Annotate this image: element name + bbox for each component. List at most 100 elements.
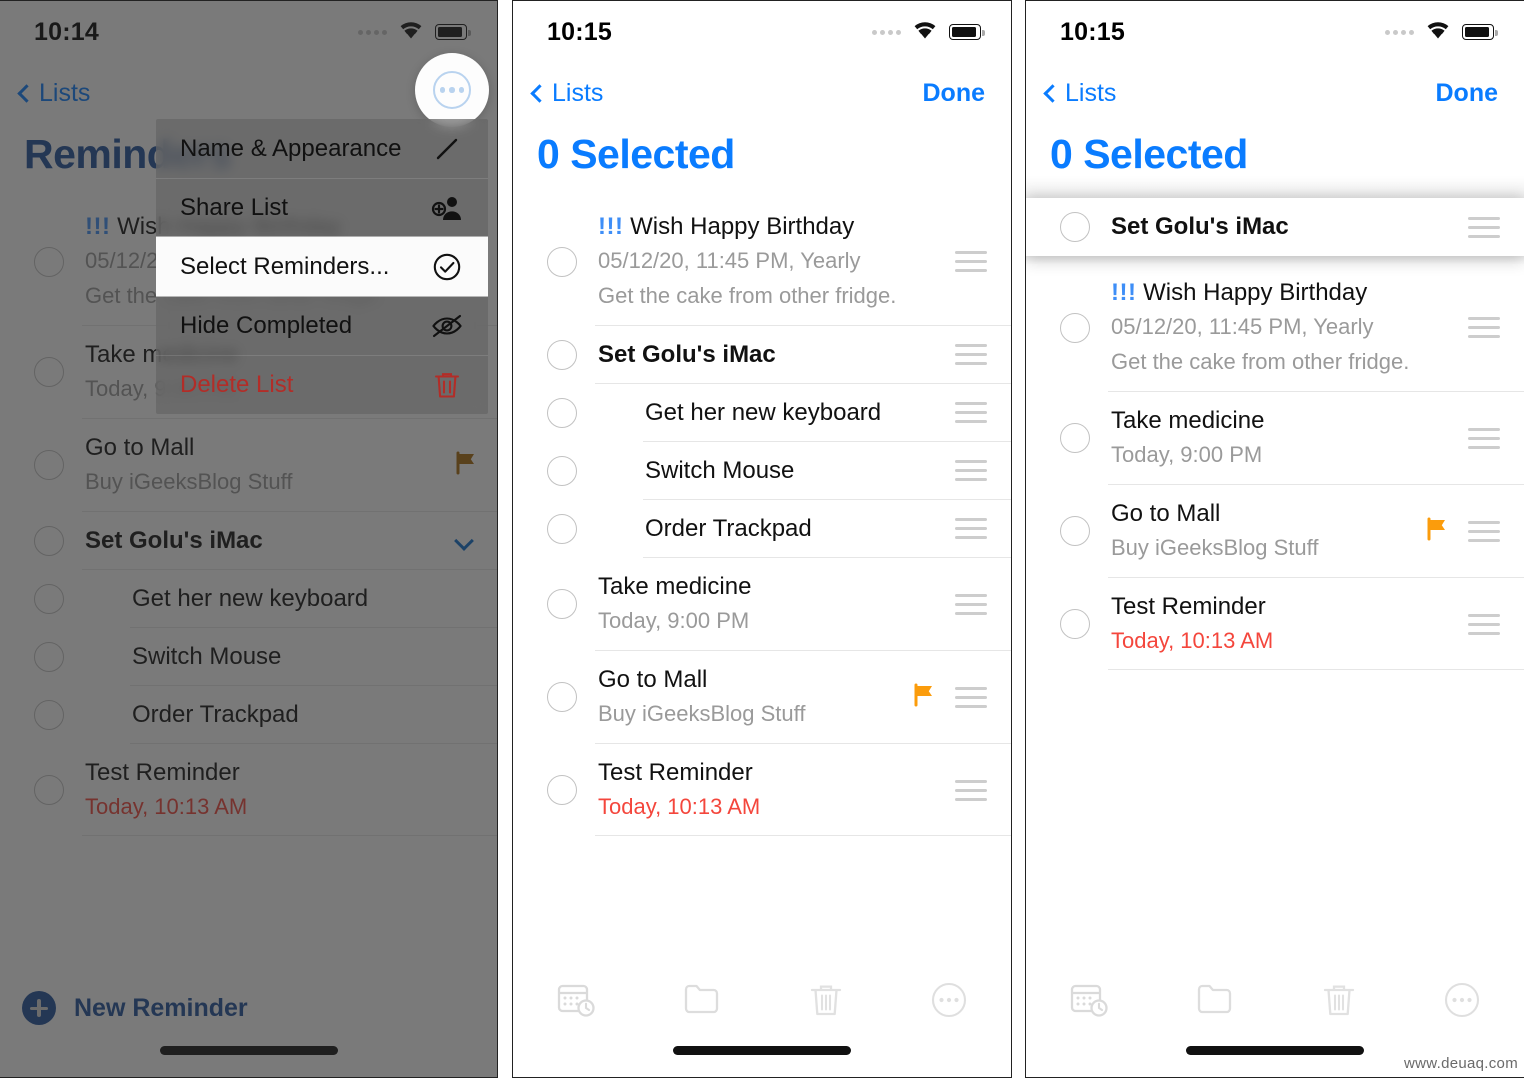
done-button[interactable]: Done — [1436, 79, 1499, 108]
drag-handle-icon[interactable] — [955, 593, 989, 615]
trash-icon — [430, 368, 464, 402]
reminder-checkbox[interactable] — [1060, 423, 1090, 454]
reminder-row[interactable]: Test Reminder Today, 10:13 AM — [0, 743, 497, 837]
reminder-checkbox[interactable] — [34, 525, 64, 556]
drag-handle-icon[interactable] — [955, 251, 989, 273]
reminder-row[interactable]: Take medicine Today, 9:00 PM — [1026, 391, 1524, 485]
reminder-row[interactable]: Go to Mall Buy iGeeksBlog Stuff — [0, 418, 497, 512]
reminder-checkbox[interactable] — [1060, 609, 1090, 639]
reminder-body: Test Reminder Today, 10:13 AM — [1090, 592, 1468, 657]
reminder-row[interactable]: !!! Wish Happy Birthday 05/12/20, 11:45 P… — [1026, 264, 1524, 392]
drag-handle-icon[interactable] — [955, 686, 989, 708]
reminder-row[interactable]: Order Trackpad — [0, 685, 497, 744]
reminder-checkbox[interactable] — [34, 775, 64, 805]
reminder-row[interactable]: !!! Wish Happy Birthday 05/12/20, 11:45 P… — [513, 198, 1011, 326]
toolbar-folder-button[interactable] — [683, 981, 723, 1020]
drag-handle-icon[interactable] — [955, 402, 989, 424]
chevron-down-icon[interactable] — [454, 530, 474, 551]
context-menu-item[interactable]: Select Reminders... — [156, 237, 488, 296]
new-reminder-button[interactable]: New Reminder — [0, 991, 497, 1025]
context-menu-item[interactable]: Name & Appearance — [156, 119, 488, 178]
reminder-checkbox[interactable] — [547, 246, 577, 277]
reminder-row-accessories — [1468, 613, 1524, 635]
context-menu-item-label: Hide Completed — [180, 311, 353, 339]
toolbar-ellipsis-circle-button[interactable] — [930, 981, 968, 1024]
reminder-row[interactable]: Set Golu's iMac — [513, 325, 1011, 384]
drag-handle-icon[interactable] — [955, 779, 989, 801]
more-options-button[interactable] — [415, 53, 489, 127]
nav-bar: Lists Done — [513, 63, 1011, 123]
reminder-title-text: Set Golu's iMac — [598, 340, 776, 368]
chevron-left-icon — [530, 83, 549, 103]
reminder-checkbox[interactable] — [547, 775, 577, 805]
reminder-title: Get her new keyboard — [132, 584, 497, 614]
toolbar-trash-button[interactable] — [1322, 981, 1356, 1024]
reminder-checkbox[interactable] — [34, 583, 64, 614]
back-button-label: Lists — [1065, 78, 1117, 107]
reminder-title-text: Test Reminder — [85, 758, 240, 786]
reminder-row-accessories — [1468, 216, 1524, 238]
toolbar-calendar-clock-button[interactable] — [1069, 981, 1109, 1024]
reminder-body: Go to Mall Buy iGeeksBlog Stuff — [577, 665, 911, 730]
reminder-title-text: Take medicine — [598, 572, 752, 600]
reminder-checkbox[interactable] — [1060, 312, 1090, 343]
context-menu-item[interactable]: Hide Completed — [156, 296, 488, 355]
reminder-checkbox[interactable] — [547, 397, 577, 428]
reminder-checkbox[interactable] — [547, 455, 577, 486]
reminder-checkbox[interactable] — [34, 450, 64, 481]
reminder-checkbox[interactable] — [1060, 516, 1090, 547]
drag-handle-icon[interactable] — [1468, 520, 1502, 542]
drag-handle-icon[interactable] — [955, 518, 989, 540]
reminder-title-text: Get her new keyboard — [645, 398, 882, 426]
back-button[interactable]: Lists — [1042, 79, 1116, 108]
drag-handle-icon[interactable] — [1468, 317, 1502, 339]
reminder-row-accessories — [454, 530, 497, 551]
context-menu-item[interactable]: Delete List — [156, 355, 488, 414]
reminder-row[interactable]: Test Reminder Today, 10:13 AM — [1026, 577, 1524, 671]
reminder-row-accessories — [453, 450, 497, 481]
status-indicators — [1385, 19, 1498, 45]
reminder-checkbox[interactable] — [1060, 212, 1090, 242]
toolbar-calendar-clock-button[interactable] — [556, 981, 596, 1024]
back-button[interactable]: Lists — [529, 79, 603, 108]
reminder-checkbox[interactable] — [547, 682, 577, 713]
page-title: 0 Selected — [537, 131, 735, 177]
drag-handle-icon[interactable] — [1468, 216, 1502, 238]
reminder-row[interactable]: Test Reminder Today, 10:13 AM — [513, 743, 1011, 837]
reminder-checkbox[interactable] — [34, 246, 64, 277]
reminder-body: Get her new keyboard — [64, 584, 497, 614]
drag-handle-icon[interactable] — [1468, 613, 1502, 635]
context-menu-item[interactable]: Share List — [156, 178, 488, 237]
drag-handle-icon[interactable] — [955, 344, 989, 366]
drag-handle-icon[interactable] — [955, 460, 989, 482]
reminder-row[interactable]: Set Golu's iMac — [1026, 198, 1524, 256]
row-separator — [82, 835, 497, 837]
done-button[interactable]: Done — [923, 79, 986, 108]
reminder-row[interactable]: Switch Mouse — [513, 441, 1011, 500]
reminder-checkbox[interactable] — [547, 339, 577, 370]
reminder-datetime: 05/12/20, 11:45 PM, Yearly — [598, 248, 861, 273]
reminder-checkbox[interactable] — [547, 513, 577, 544]
reminder-datetime: Buy iGeeksBlog Stuff — [85, 468, 293, 494]
drag-handle-icon[interactable] — [1468, 427, 1502, 449]
reminder-row[interactable]: Go to Mall Buy iGeeksBlog Stuff — [1026, 484, 1524, 578]
reminder-checkbox[interactable] — [547, 589, 577, 620]
back-button[interactable]: Lists — [16, 79, 90, 108]
reminder-checkbox[interactable] — [34, 641, 64, 672]
reminder-row[interactable]: Switch Mouse — [0, 627, 497, 686]
reminder-checkbox[interactable] — [34, 699, 64, 730]
reminder-row[interactable]: Get her new keyboard — [513, 383, 1011, 442]
reminder-title-text: Wish Happy Birthday — [1143, 279, 1368, 306]
reminder-row[interactable]: Get her new keyboard — [0, 569, 497, 628]
reminder-row[interactable]: Set Golu's iMac — [0, 511, 497, 570]
reminder-body: Test Reminder Today, 10:13 AM — [64, 758, 497, 823]
reminder-row[interactable]: Go to Mall Buy iGeeksBlog Stuff — [513, 650, 1011, 744]
row-separator — [595, 835, 1011, 837]
reminder-title-text: Switch Mouse — [645, 456, 795, 484]
toolbar-folder-button[interactable] — [1196, 981, 1236, 1020]
reminder-row[interactable]: Order Trackpad — [513, 499, 1011, 558]
reminder-row[interactable]: Take medicine Today, 9:00 PM — [513, 557, 1011, 651]
reminder-checkbox[interactable] — [34, 357, 64, 388]
toolbar-trash-button[interactable] — [809, 981, 843, 1024]
toolbar-ellipsis-circle-button[interactable] — [1443, 981, 1481, 1024]
